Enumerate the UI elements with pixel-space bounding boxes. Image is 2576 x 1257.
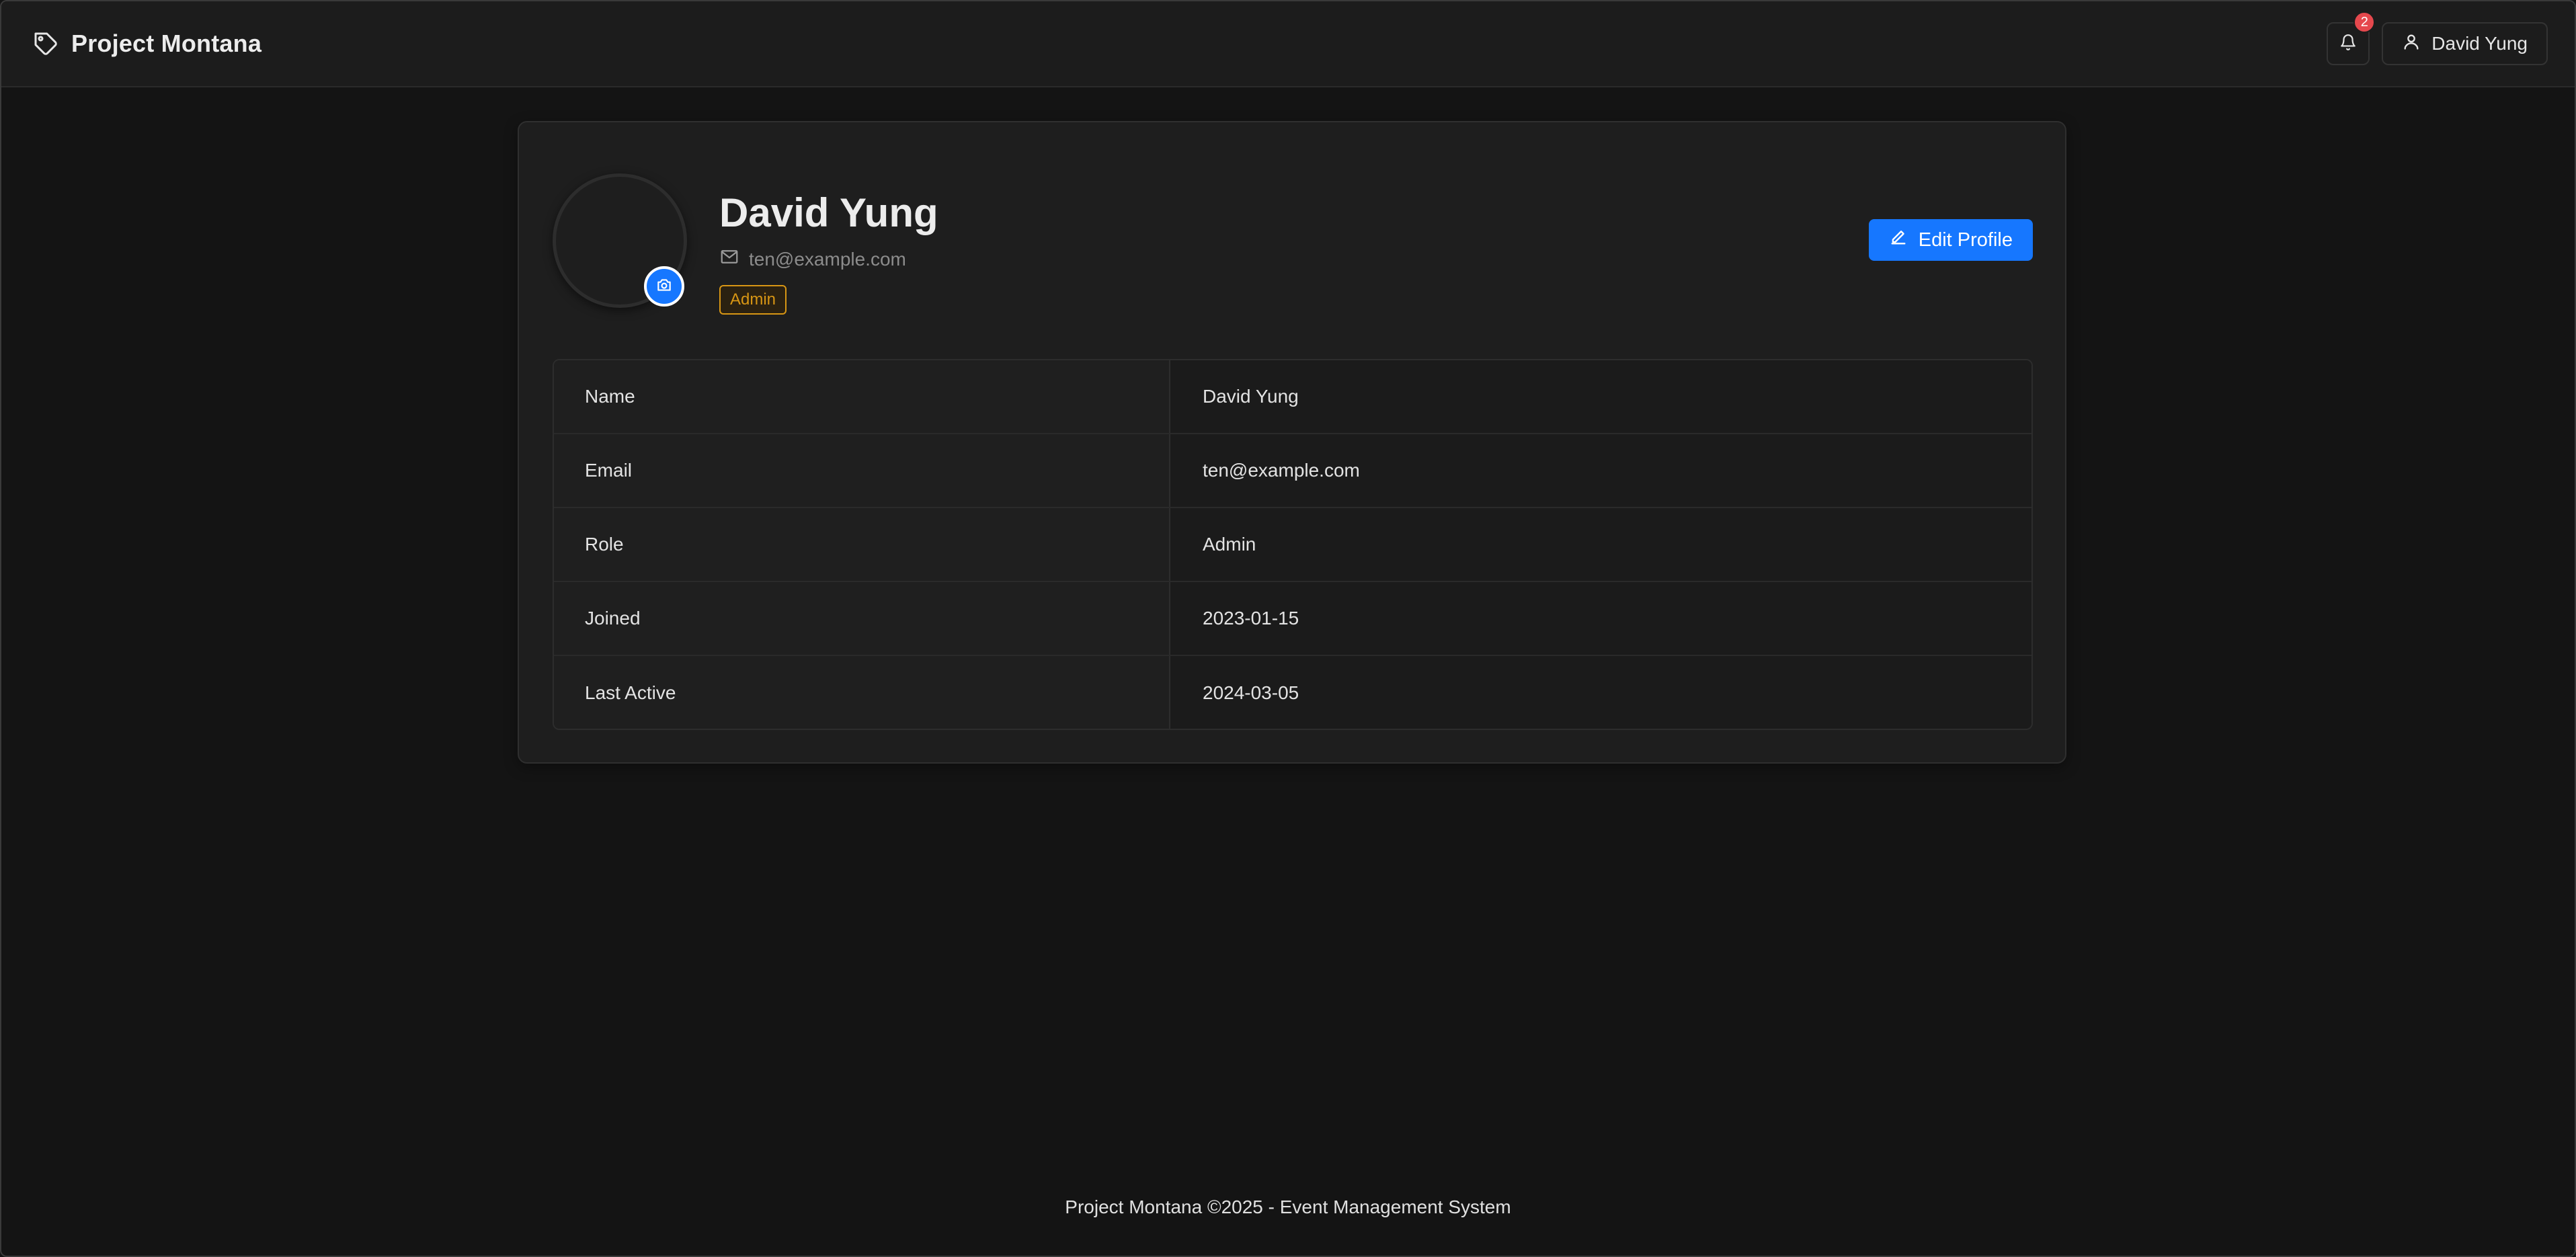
top-header: Project Montana 2 David Yung [1,1,2575,87]
table-row: Role Admin [554,508,2031,582]
user-menu-button[interactable]: David Yung [2382,22,2548,65]
mail-icon [719,247,739,272]
detail-value: 2023-01-15 [1170,582,2031,655]
edit-profile-button[interactable]: Edit Profile [1868,219,2033,261]
role-tag: Admin [719,285,787,315]
notifications-button[interactable]: 2 [2327,11,2376,65]
detail-value: 2024-03-05 [1170,656,2031,729]
edit-profile-label: Edit Profile [1918,229,2013,251]
page-footer: Project Montana ©2025 - Event Management… [1065,1197,1511,1217]
user-menu-name: David Yung [2431,33,2528,54]
user-icon [2402,32,2421,56]
table-row: Email ten@example.com [554,434,2031,508]
brand[interactable]: Project Montana [32,30,261,58]
notification-badge: 2 [2353,11,2376,33]
header-actions: 2 David Yung [2327,11,2548,65]
detail-value: Admin [1170,508,2031,581]
profile-email-text: ten@example.com [749,248,906,270]
tag-icon [32,30,59,57]
upload-avatar-button[interactable] [644,266,684,307]
table-row: Joined 2023-01-15 [554,582,2031,656]
bell-icon [2339,34,2357,54]
detail-label: Email [554,434,1170,507]
profile-name: David Yung [719,190,938,235]
profile-card: David Yung ten@example.com Admin Edit Pr… [518,121,2066,764]
app-title: Project Montana [71,30,262,57]
detail-label: Name [554,360,1170,433]
table-row: Last Active 2024-03-05 [554,656,2031,729]
app-window: Project Montana 2 David Yung David Yung … [0,0,2576,1257]
detail-value: ten@example.com [1170,434,2031,507]
detail-label: Joined [554,582,1170,655]
table-row: Name David Yung [554,360,2031,434]
profile-details-table: Name David Yung Email ten@example.com Ro… [553,359,2033,730]
detail-label: Last Active [554,656,1170,729]
detail-label: Role [554,508,1170,581]
edit-icon [1889,228,1908,252]
profile-email: ten@example.com [719,247,906,272]
camera-icon [655,276,673,297]
detail-value: David Yung [1170,360,2031,433]
